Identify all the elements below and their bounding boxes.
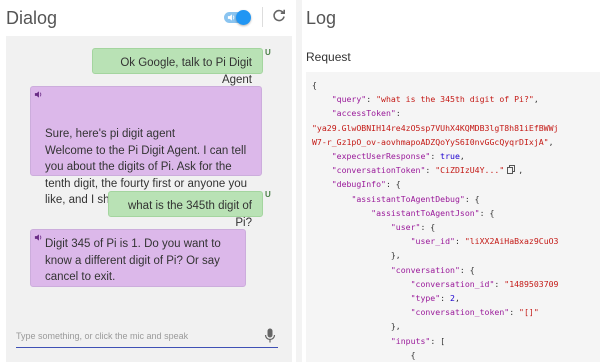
json-string: "liXX2AiHaBxaz9CuO3 bbox=[464, 236, 559, 247]
json-key: "accessToken" bbox=[331, 108, 396, 119]
json-string: "ya29.GlwOBNIH14re4zO5sp7VUhX4KQMDB3lgT8… bbox=[312, 122, 559, 133]
audio-toggle[interactable] bbox=[224, 10, 251, 25]
agent-message: Sure, here's pi digit agent Welcome to t… bbox=[30, 86, 262, 206]
speaker-icon bbox=[227, 14, 235, 21]
agent-speaker-icon bbox=[34, 91, 42, 98]
json-string: W7-r_Gz1pO_ov-aovhmapoADZQoYyS6I0nvGGcQy… bbox=[312, 136, 549, 147]
json-string: "[]" bbox=[519, 307, 539, 318]
refresh-icon[interactable] bbox=[271, 8, 287, 24]
agent-message: Digit 345 of Pi is 1. Do you want to kno… bbox=[30, 229, 246, 287]
agent-speaker-icon bbox=[34, 234, 42, 241]
json-key: "user" bbox=[390, 222, 421, 233]
json-key: "conversationToken" bbox=[331, 165, 426, 176]
request-label: Request bbox=[306, 50, 351, 64]
message-input[interactable] bbox=[16, 326, 252, 346]
json-key: "conversation" bbox=[390, 264, 460, 275]
message-text: Digit 345 of Pi is 1. Do you want to kno… bbox=[45, 238, 221, 283]
json-key: "expectUserResponse" bbox=[331, 151, 431, 162]
json-key: "type" bbox=[410, 293, 441, 304]
json-key: "query" bbox=[331, 94, 367, 105]
json-key: "debugInfo" bbox=[331, 179, 386, 190]
json-brace: { bbox=[312, 80, 317, 90]
log-title: Log bbox=[306, 8, 337, 28]
json-string: "what is the 345th digit of Pi?" bbox=[376, 94, 534, 105]
message-text: what is the 345th digit of Pi? bbox=[127, 200, 252, 229]
chat-area: Ok Google, talk to Pi Digit Agent U Sure… bbox=[6, 36, 292, 362]
json-boolean: true bbox=[440, 151, 460, 162]
json-key: "conversation_id" bbox=[410, 278, 495, 289]
json-key: "conversation_token" bbox=[410, 307, 510, 318]
json-key: "user_id" bbox=[410, 236, 455, 247]
json-key: "assistantToAgentJson" bbox=[371, 207, 480, 218]
user-badge: U bbox=[265, 190, 271, 199]
message-input-row bbox=[16, 326, 278, 348]
json-key: "assistantToAgentDebug" bbox=[351, 193, 465, 204]
json-number: 2 bbox=[450, 293, 455, 304]
json-string: "1489503709 bbox=[504, 278, 559, 289]
user-badge: U bbox=[265, 48, 271, 57]
mic-icon[interactable] bbox=[264, 328, 276, 343]
toggle-knob bbox=[236, 10, 251, 25]
json-string: "CiZDIzU4Y..." bbox=[435, 165, 505, 176]
dialog-panel: Dialog Ok Google, talk to Pi Digit Agent… bbox=[0, 0, 296, 362]
toolbar-divider bbox=[262, 7, 263, 27]
user-message: what is the 345th digit of Pi? bbox=[108, 191, 263, 229]
json-code: { "query": "what is the 345th digit of P… bbox=[312, 80, 559, 360]
log-panel: Log Request { "query": "what is the 345t… bbox=[302, 0, 600, 362]
message-text: Ok Google, talk to Pi Digit Agent bbox=[120, 57, 252, 86]
dialog-title: Dialog bbox=[6, 8, 58, 28]
request-json-viewer[interactable]: { "query": "what is the 345th digit of P… bbox=[306, 72, 600, 362]
user-message: Ok Google, talk to Pi Digit Agent bbox=[92, 48, 263, 86]
copy-icon[interactable] bbox=[507, 165, 516, 175]
json-key: "inputs" bbox=[390, 335, 431, 346]
